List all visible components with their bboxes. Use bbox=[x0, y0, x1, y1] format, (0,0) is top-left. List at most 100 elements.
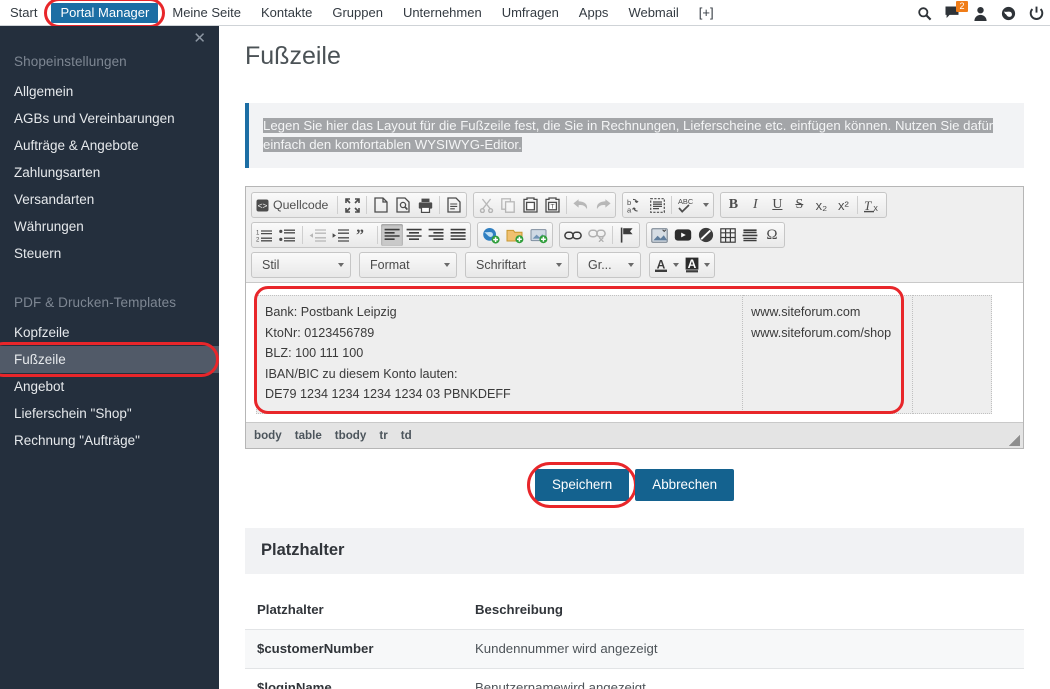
sidebar-item-agbs-und-vereinbarungen[interactable]: AGBs und Vereinbarungen bbox=[0, 105, 219, 132]
subscript-icon[interactable]: x₂ bbox=[810, 194, 832, 216]
background-color-icon[interactable]: A bbox=[682, 254, 713, 276]
unlink-icon[interactable] bbox=[585, 224, 609, 246]
strike-icon-label: S bbox=[795, 197, 804, 212]
align-justify-icon[interactable] bbox=[447, 224, 469, 246]
footer-content-table: Bank: Postbank Leipzig KtoNr: 0123456789… bbox=[255, 295, 992, 414]
underline-icon[interactable]: U bbox=[766, 194, 788, 216]
undo-icon[interactable] bbox=[570, 194, 592, 216]
sidebar-item-steuern[interactable]: Steuern bbox=[0, 240, 219, 267]
new-page-icon[interactable] bbox=[370, 194, 392, 216]
sidebar-item-fusszeile[interactable]: Fußzeile bbox=[0, 342, 219, 377]
resize-handle[interactable] bbox=[1009, 434, 1020, 446]
element-path-tbody[interactable]: tbody bbox=[335, 429, 367, 442]
sidebar-item-lieferschein-shop[interactable]: Lieferschein "Shop" bbox=[0, 400, 219, 427]
sidebar-item-allgemein[interactable]: Allgemein bbox=[0, 78, 219, 105]
user-icon[interactable] bbox=[973, 6, 988, 21]
blockquote-icon[interactable]: ” bbox=[352, 224, 374, 246]
power-icon[interactable] bbox=[1029, 6, 1044, 21]
nav-item-add-more[interactable]: [+] bbox=[689, 0, 724, 26]
sidebar-item-kopfzeile[interactable]: Kopfzeile bbox=[0, 319, 219, 346]
maximize-icon[interactable] bbox=[341, 194, 363, 216]
nav-item-start[interactable]: Start bbox=[0, 0, 47, 26]
nav-item-meine-seite[interactable]: Meine Seite bbox=[162, 0, 251, 26]
sidebar-item-auftraege-und-angebote[interactable]: Aufträge & Angebote bbox=[0, 132, 219, 159]
messages-icon[interactable]: 2 bbox=[945, 0, 968, 21]
align-left-icon[interactable] bbox=[381, 224, 403, 246]
remove-format-icon[interactable]: Tx bbox=[861, 194, 885, 216]
text-color-icon[interactable]: A bbox=[651, 254, 682, 276]
source-button[interactable]: <> Quellcode bbox=[253, 194, 334, 216]
insert-media-icon[interactable] bbox=[527, 224, 551, 246]
spellcheck-icon[interactable]: ABC bbox=[675, 194, 712, 216]
main-content: Fußzeile Legen Sie hier das Layout für d… bbox=[219, 26, 1050, 689]
indent-icon[interactable] bbox=[329, 224, 352, 246]
nav-item-unternehmen[interactable]: Unternehmen bbox=[393, 0, 492, 26]
nav-item-kontakte[interactable]: Kontakte bbox=[251, 0, 322, 26]
youtube-icon[interactable] bbox=[671, 224, 695, 246]
attach-file-icon[interactable] bbox=[503, 224, 527, 246]
bulleted-list-icon[interactable] bbox=[276, 224, 299, 246]
flash-icon[interactable] bbox=[695, 224, 717, 246]
sidebar-item-versandarten[interactable]: Versandarten bbox=[0, 186, 219, 213]
paste-icon[interactable] bbox=[519, 194, 541, 216]
superscript-icon[interactable]: x² bbox=[832, 194, 854, 216]
empty-cell[interactable] bbox=[912, 295, 992, 414]
paste-text-icon[interactable]: T bbox=[541, 194, 563, 216]
nav-item-apps[interactable]: Apps bbox=[569, 0, 619, 26]
italic-icon[interactable]: I bbox=[744, 194, 766, 216]
redo-icon[interactable] bbox=[592, 194, 614, 216]
sidebar-item-waehrungen[interactable]: Währungen bbox=[0, 213, 219, 240]
nav-item-webmail[interactable]: Webmail bbox=[618, 0, 688, 26]
sidebar-item-zahlungsarten[interactable]: Zahlungsarten bbox=[0, 159, 219, 186]
image-icon[interactable] bbox=[648, 224, 671, 246]
select-all-icon[interactable] bbox=[646, 194, 668, 216]
print-icon[interactable] bbox=[414, 194, 436, 216]
close-icon[interactable]: ✕ bbox=[193, 31, 206, 46]
svg-text:A: A bbox=[657, 258, 666, 272]
numbered-list-icon[interactable]: 12 bbox=[253, 224, 276, 246]
link-icon[interactable] bbox=[561, 224, 585, 246]
anchor-icon[interactable] bbox=[616, 224, 638, 246]
strike-icon[interactable]: S bbox=[788, 194, 810, 216]
cut-icon[interactable] bbox=[475, 194, 497, 216]
table-row: Bank: Postbank Leipzig KtoNr: 0123456789… bbox=[255, 295, 992, 414]
special-char-icon[interactable]: Ω bbox=[761, 224, 783, 246]
nav-item-portal-manager[interactable]: Portal Manager bbox=[44, 0, 166, 28]
element-path-td[interactable]: td bbox=[401, 429, 412, 442]
bank-details-cell[interactable]: Bank: Postbank Leipzig KtoNr: 0123456789… bbox=[255, 295, 744, 414]
sidebar-item-angebot[interactable]: Angebot bbox=[0, 373, 219, 400]
templates-icon[interactable] bbox=[443, 194, 465, 216]
preview-icon[interactable] bbox=[392, 194, 414, 216]
element-path-body[interactable]: body bbox=[254, 429, 282, 442]
nav-item-gruppen[interactable]: Gruppen bbox=[322, 0, 393, 26]
cancel-button[interactable]: Abbrechen bbox=[635, 468, 735, 501]
fontsize-combo[interactable]: Gr... bbox=[577, 252, 641, 278]
element-path-table[interactable]: table bbox=[295, 429, 322, 442]
nav-item-umfragen[interactable]: Umfragen bbox=[492, 0, 569, 26]
align-center-icon[interactable] bbox=[403, 224, 425, 246]
bold-icon[interactable]: B bbox=[722, 194, 744, 216]
save-button[interactable]: Speichern bbox=[526, 461, 638, 508]
format-combo[interactable]: Format bbox=[359, 252, 457, 278]
style-combo[interactable]: Stil bbox=[251, 252, 351, 278]
search-icon[interactable] bbox=[917, 6, 932, 21]
editor-content-area[interactable]: Bank: Postbank Leipzig KtoNr: 0123456789… bbox=[246, 283, 1023, 422]
font-combo[interactable]: Schriftart bbox=[465, 252, 569, 278]
outdent-icon[interactable] bbox=[306, 224, 329, 246]
website-links-cell[interactable]: www.siteforum.com www.siteforum.com/shop bbox=[742, 295, 914, 414]
fontsize-combo-label: Gr... bbox=[588, 258, 612, 272]
copy-icon[interactable] bbox=[497, 194, 519, 216]
toolbar-group-document: <> Quellcode bbox=[251, 192, 468, 218]
toolbar-group-colors: A A bbox=[649, 252, 715, 278]
chevron-down-icon bbox=[628, 263, 634, 267]
svg-text:T: T bbox=[864, 198, 872, 213]
align-right-icon[interactable] bbox=[425, 224, 447, 246]
element-path-tr[interactable]: tr bbox=[379, 429, 387, 442]
internal-link-icon[interactable] bbox=[479, 224, 503, 246]
replace-icon[interactable]: ba bbox=[624, 194, 646, 216]
table-icon[interactable] bbox=[717, 224, 739, 246]
horizontal-rule-icon[interactable] bbox=[739, 224, 761, 246]
globe-icon[interactable] bbox=[1001, 6, 1016, 21]
svg-text:A: A bbox=[688, 257, 697, 271]
sidebar-item-rechnung-auftraege[interactable]: Rechnung "Aufträge" bbox=[0, 427, 219, 454]
